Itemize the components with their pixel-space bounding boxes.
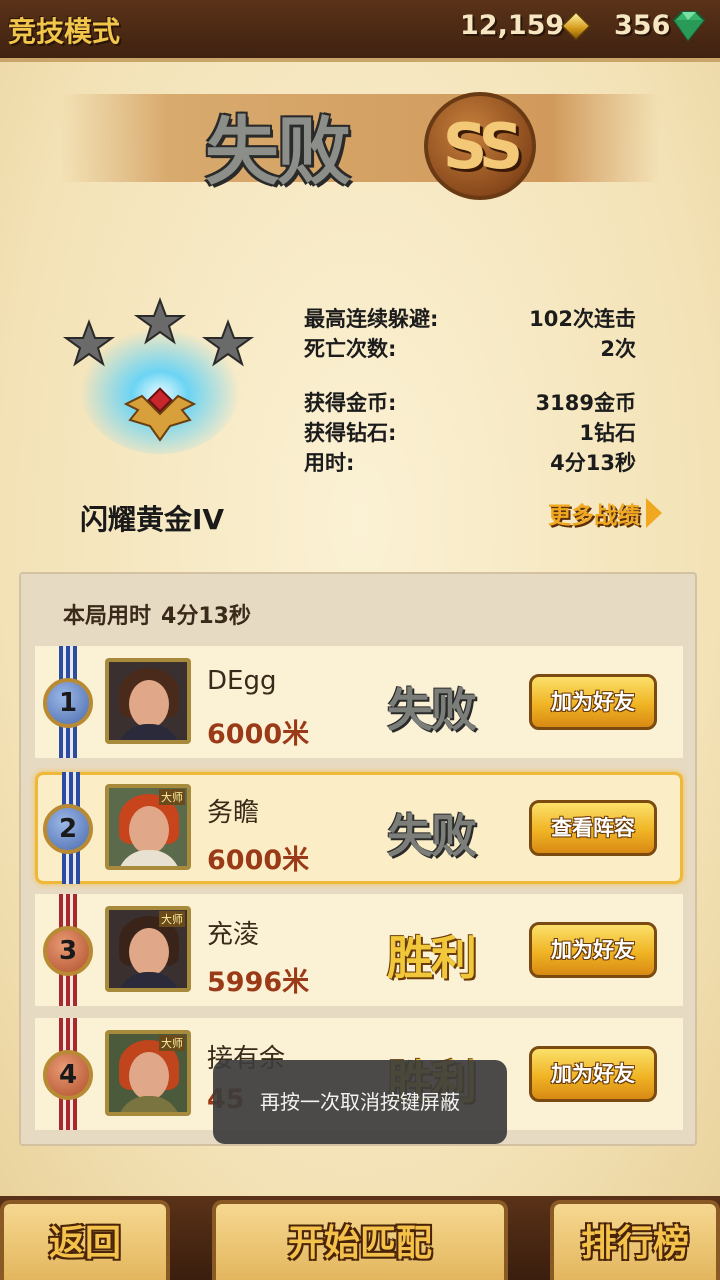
- master-tag: 大师: [159, 911, 185, 927]
- toast-message: 再按一次取消按键屏蔽: [213, 1060, 507, 1144]
- stat-row: 获得钻石: 1钻石: [304, 418, 636, 448]
- player-avatar[interactable]: 大师: [105, 784, 191, 870]
- stat-label: 死亡次数:: [304, 337, 397, 361]
- master-tag: 大师: [159, 789, 185, 805]
- view-lineup-button[interactable]: 查看阵容: [529, 800, 657, 856]
- match-time-label: 本局用时: [63, 604, 152, 629]
- stat-value: 4分13秒: [550, 451, 636, 475]
- player-name: 务瞻: [207, 798, 260, 828]
- player-name: 充淩: [207, 920, 260, 950]
- gold-diamond-icon: [561, 11, 591, 41]
- grade-text: SS: [442, 110, 524, 183]
- player-avatar[interactable]: 大师: [105, 906, 191, 992]
- add-friend-button[interactable]: 加为好友: [529, 674, 657, 730]
- stat-label: 用时:: [304, 451, 355, 475]
- top-bar: 竞技模式 12,159 356: [0, 0, 720, 62]
- stat-row: 获得金币: 3189金币: [304, 388, 636, 418]
- player-row: 3 大师 充淩 5996米 胜利 加为好友: [35, 894, 683, 1006]
- chevron-right-icon: [646, 498, 662, 528]
- rank-emblem: [62, 297, 255, 454]
- add-friend-button[interactable]: 加为好友: [529, 922, 657, 978]
- stat-value: 3189金币: [535, 391, 636, 415]
- stat-label: 获得钻石:: [304, 421, 397, 445]
- match-time: 本局用时 4分13秒: [63, 598, 251, 630]
- player-result: 胜利: [387, 931, 477, 985]
- more-stats-button[interactable]: 更多战绩: [548, 496, 662, 530]
- stat-value: 102次连击: [529, 307, 636, 331]
- player-row: 1 DEgg 6000米 失败 加为好友: [35, 646, 683, 758]
- player-distance: 5996米: [207, 967, 310, 998]
- stat-row: 最高连续躲避: 102次连击: [304, 304, 636, 334]
- player-avatar[interactable]: 大师: [105, 1030, 191, 1116]
- stats-list: 最高连续躲避: 102次连击 死亡次数: 2次 获得金币: 3189金币 获得钻…: [304, 304, 636, 478]
- master-tag: 大师: [159, 1035, 185, 1051]
- back-button[interactable]: 返回: [0, 1200, 170, 1280]
- player-result: 失败: [387, 683, 477, 737]
- add-friend-button[interactable]: 加为好友: [529, 1046, 657, 1102]
- stat-value: 2次: [600, 337, 636, 361]
- rank-medal: 3: [43, 926, 93, 976]
- rank-medal: 2: [43, 804, 93, 854]
- match-time-value: 4分13秒: [161, 604, 251, 629]
- coin-count: 12,159: [460, 10, 565, 41]
- rank-medal: 1: [43, 678, 93, 728]
- rank-medal: 4: [43, 1050, 93, 1100]
- result-banner: [60, 94, 660, 182]
- stat-row: 死亡次数: 2次: [304, 334, 636, 364]
- more-stats-label: 更多战绩: [548, 503, 640, 529]
- rank-name: 闪耀黄金IV: [80, 503, 225, 536]
- result-title: 失败: [205, 109, 351, 195]
- stat-row: 用时: 4分13秒: [304, 448, 636, 478]
- start-match-button[interactable]: 开始匹配: [212, 1200, 508, 1280]
- grade-seal: SS: [424, 92, 536, 200]
- player-name: DEgg: [207, 666, 277, 696]
- gem-count: 356: [614, 10, 671, 41]
- leaderboard-button[interactable]: 排行榜: [550, 1200, 720, 1280]
- stat-label: 最高连续躲避:: [304, 307, 439, 331]
- mode-title: 竞技模式: [8, 15, 121, 48]
- player-distance: 6000米: [207, 845, 310, 876]
- player-result: 失败: [387, 809, 477, 863]
- stat-value: 1钻石: [579, 421, 636, 445]
- player-distance: 6000米: [207, 719, 310, 750]
- player-row-self: 2 大师 务瞻 6000米 失败 查看阵容: [35, 772, 683, 884]
- stat-label: 获得金币:: [304, 391, 397, 415]
- green-gem-icon: [672, 11, 706, 42]
- player-avatar[interactable]: [105, 658, 191, 744]
